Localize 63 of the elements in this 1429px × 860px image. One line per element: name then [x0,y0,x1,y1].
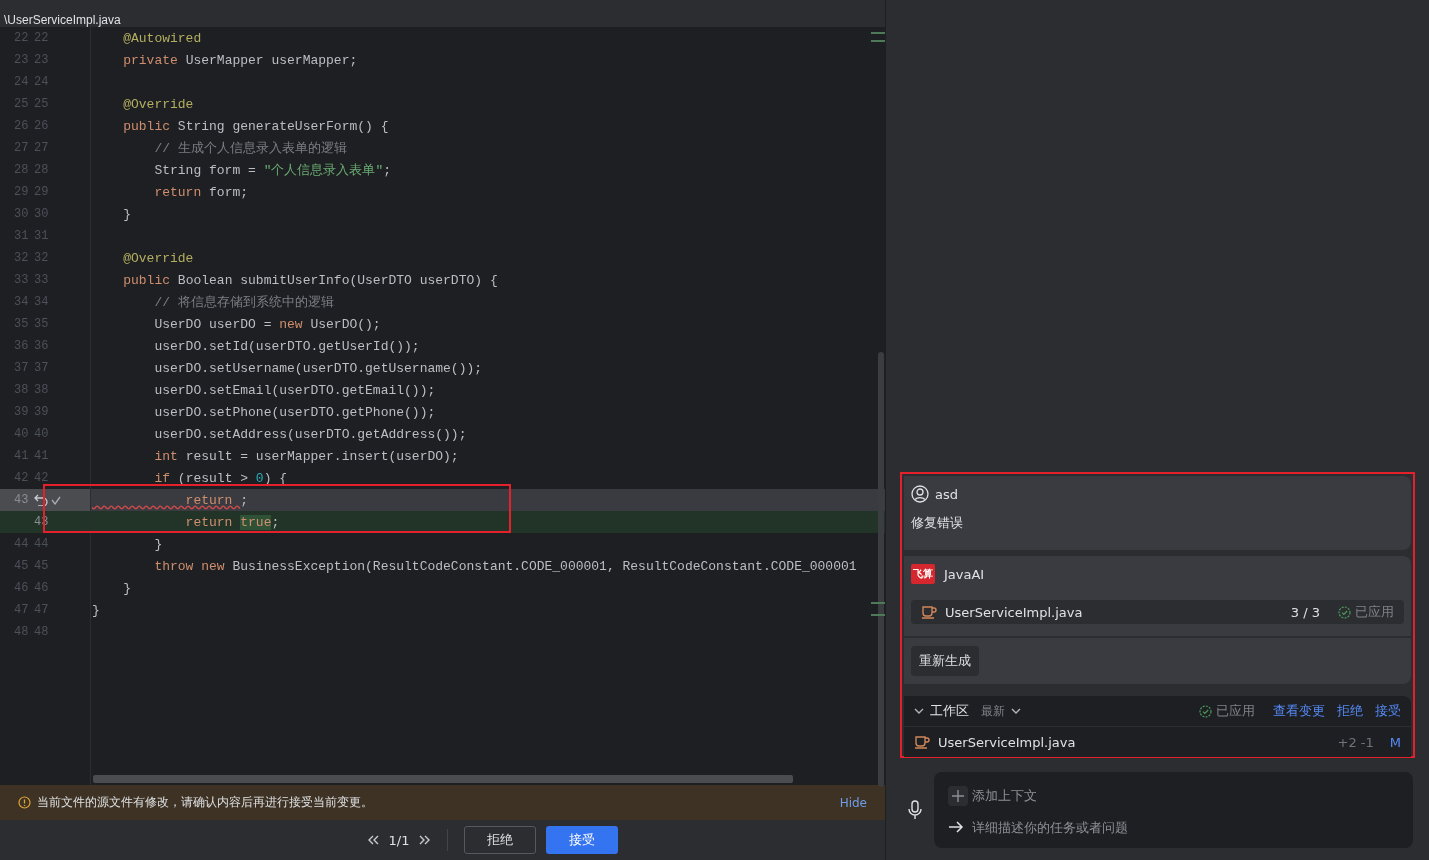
code-line: userDO.setPhone(userDTO.getPhone()); [153,404,436,420]
chevron-down-icon [914,707,924,715]
author-name: JavaAI [944,566,985,582]
filter-dropdown[interactable]: 最新 [975,702,1021,720]
code-line: return form; [153,184,249,200]
hide-link[interactable]: Hide [839,795,867,810]
code-line: private UserMapper userMapper; [122,52,358,68]
code-line: return true; [184,514,280,530]
action-link[interactable]: 接受 [1375,702,1401,720]
code-line: throw new BusinessException(ResultCodeConstant.CODE_000001, ResultCodeConstant.CODE_000001 [153,558,857,574]
code-line: // 将信息存储到系统中的逻辑 [153,294,334,311]
check-icon [1199,704,1212,718]
action-link[interactable]: 查看变更 [1273,702,1325,720]
cup-icon [914,735,930,749]
file-chip[interactable]: UserServiceImpl.java 3 / 3 已应用 [911,600,1404,624]
code-line: @Autowired [122,30,202,46]
code-line: public Boolean submitUserInfo(UserDTO userDTO) { [122,272,498,288]
code-line: userDO.setId(userDTO.getUserId()); [153,338,420,354]
applied-status: 已应用 [1199,702,1255,720]
microphone-icon[interactable] [908,800,922,820]
warning-message: 当前文件的源文件有修改，请确认内容后再进行接受当前变更。 [37,794,373,811]
change-counter: 1/1 [388,832,410,848]
chevron-down-icon [1011,707,1021,715]
code-line: String form = "个人信息录入表单"; [153,162,392,179]
accept-button[interactable]: 接受 [546,826,619,854]
revert-icon[interactable] [34,494,48,506]
message-text: 修复错误 [911,514,964,532]
workspace-toggle[interactable]: 工作区 [914,702,969,720]
user-icon [911,485,929,503]
code-line: userDO.setUsername(userDTO.getUsername()); [153,360,483,376]
action-link[interactable]: 拒绝 [1337,702,1363,720]
check-icon[interactable] [51,495,61,505]
code-line: } [122,580,131,596]
file-path: \UserServiceImpl.java [4,13,122,27]
next-icon[interactable] [419,835,432,845]
code-line: } [153,536,163,552]
regenerate-button[interactable]: 重新生成 [911,646,979,676]
horizontal-scrollbar[interactable] [93,775,793,783]
code-line: @Override [122,250,194,266]
code-line: // 生成个人信息录入表单的逻辑 [153,140,347,157]
line-number: 43 [14,493,30,507]
code-line: userDO.setEmail(userDTO.getEmail()); [153,382,436,398]
app-logo: 飞算 [911,564,935,584]
task-input[interactable]: 详细描述你的任务或者问题 [972,819,1272,835]
code-line: int result = userMapper.insert(userDO); [153,448,459,464]
arrow-right-icon [948,821,964,833]
previous-icon[interactable] [366,835,379,845]
code-line: UserDO userDO = new UserDO(); [153,316,381,332]
add-context-button[interactable]: 添加上下文 [948,785,1399,806]
chat-input-box[interactable]: 添加上下文 详细描述你的任务或者问题 [934,772,1413,848]
reject-button[interactable]: 拒绝 [464,826,537,854]
code-line: return ; [184,492,249,508]
code-line: } [91,602,100,618]
cup-icon [921,605,937,619]
code-line: @Override [122,96,194,112]
code-line: public String generateUserForm() { [122,118,389,134]
check-icon [1338,605,1351,619]
info-icon [18,796,31,809]
vertical-scrollbar[interactable] [878,352,884,787]
code-line: userDO.setAddress(userDTO.getAddress()); [153,426,467,442]
changed-file-row[interactable]: UserServiceImpl.java +2 -1 M [904,727,1411,757]
code-line: } [122,206,131,222]
author-name: asd [935,486,958,502]
